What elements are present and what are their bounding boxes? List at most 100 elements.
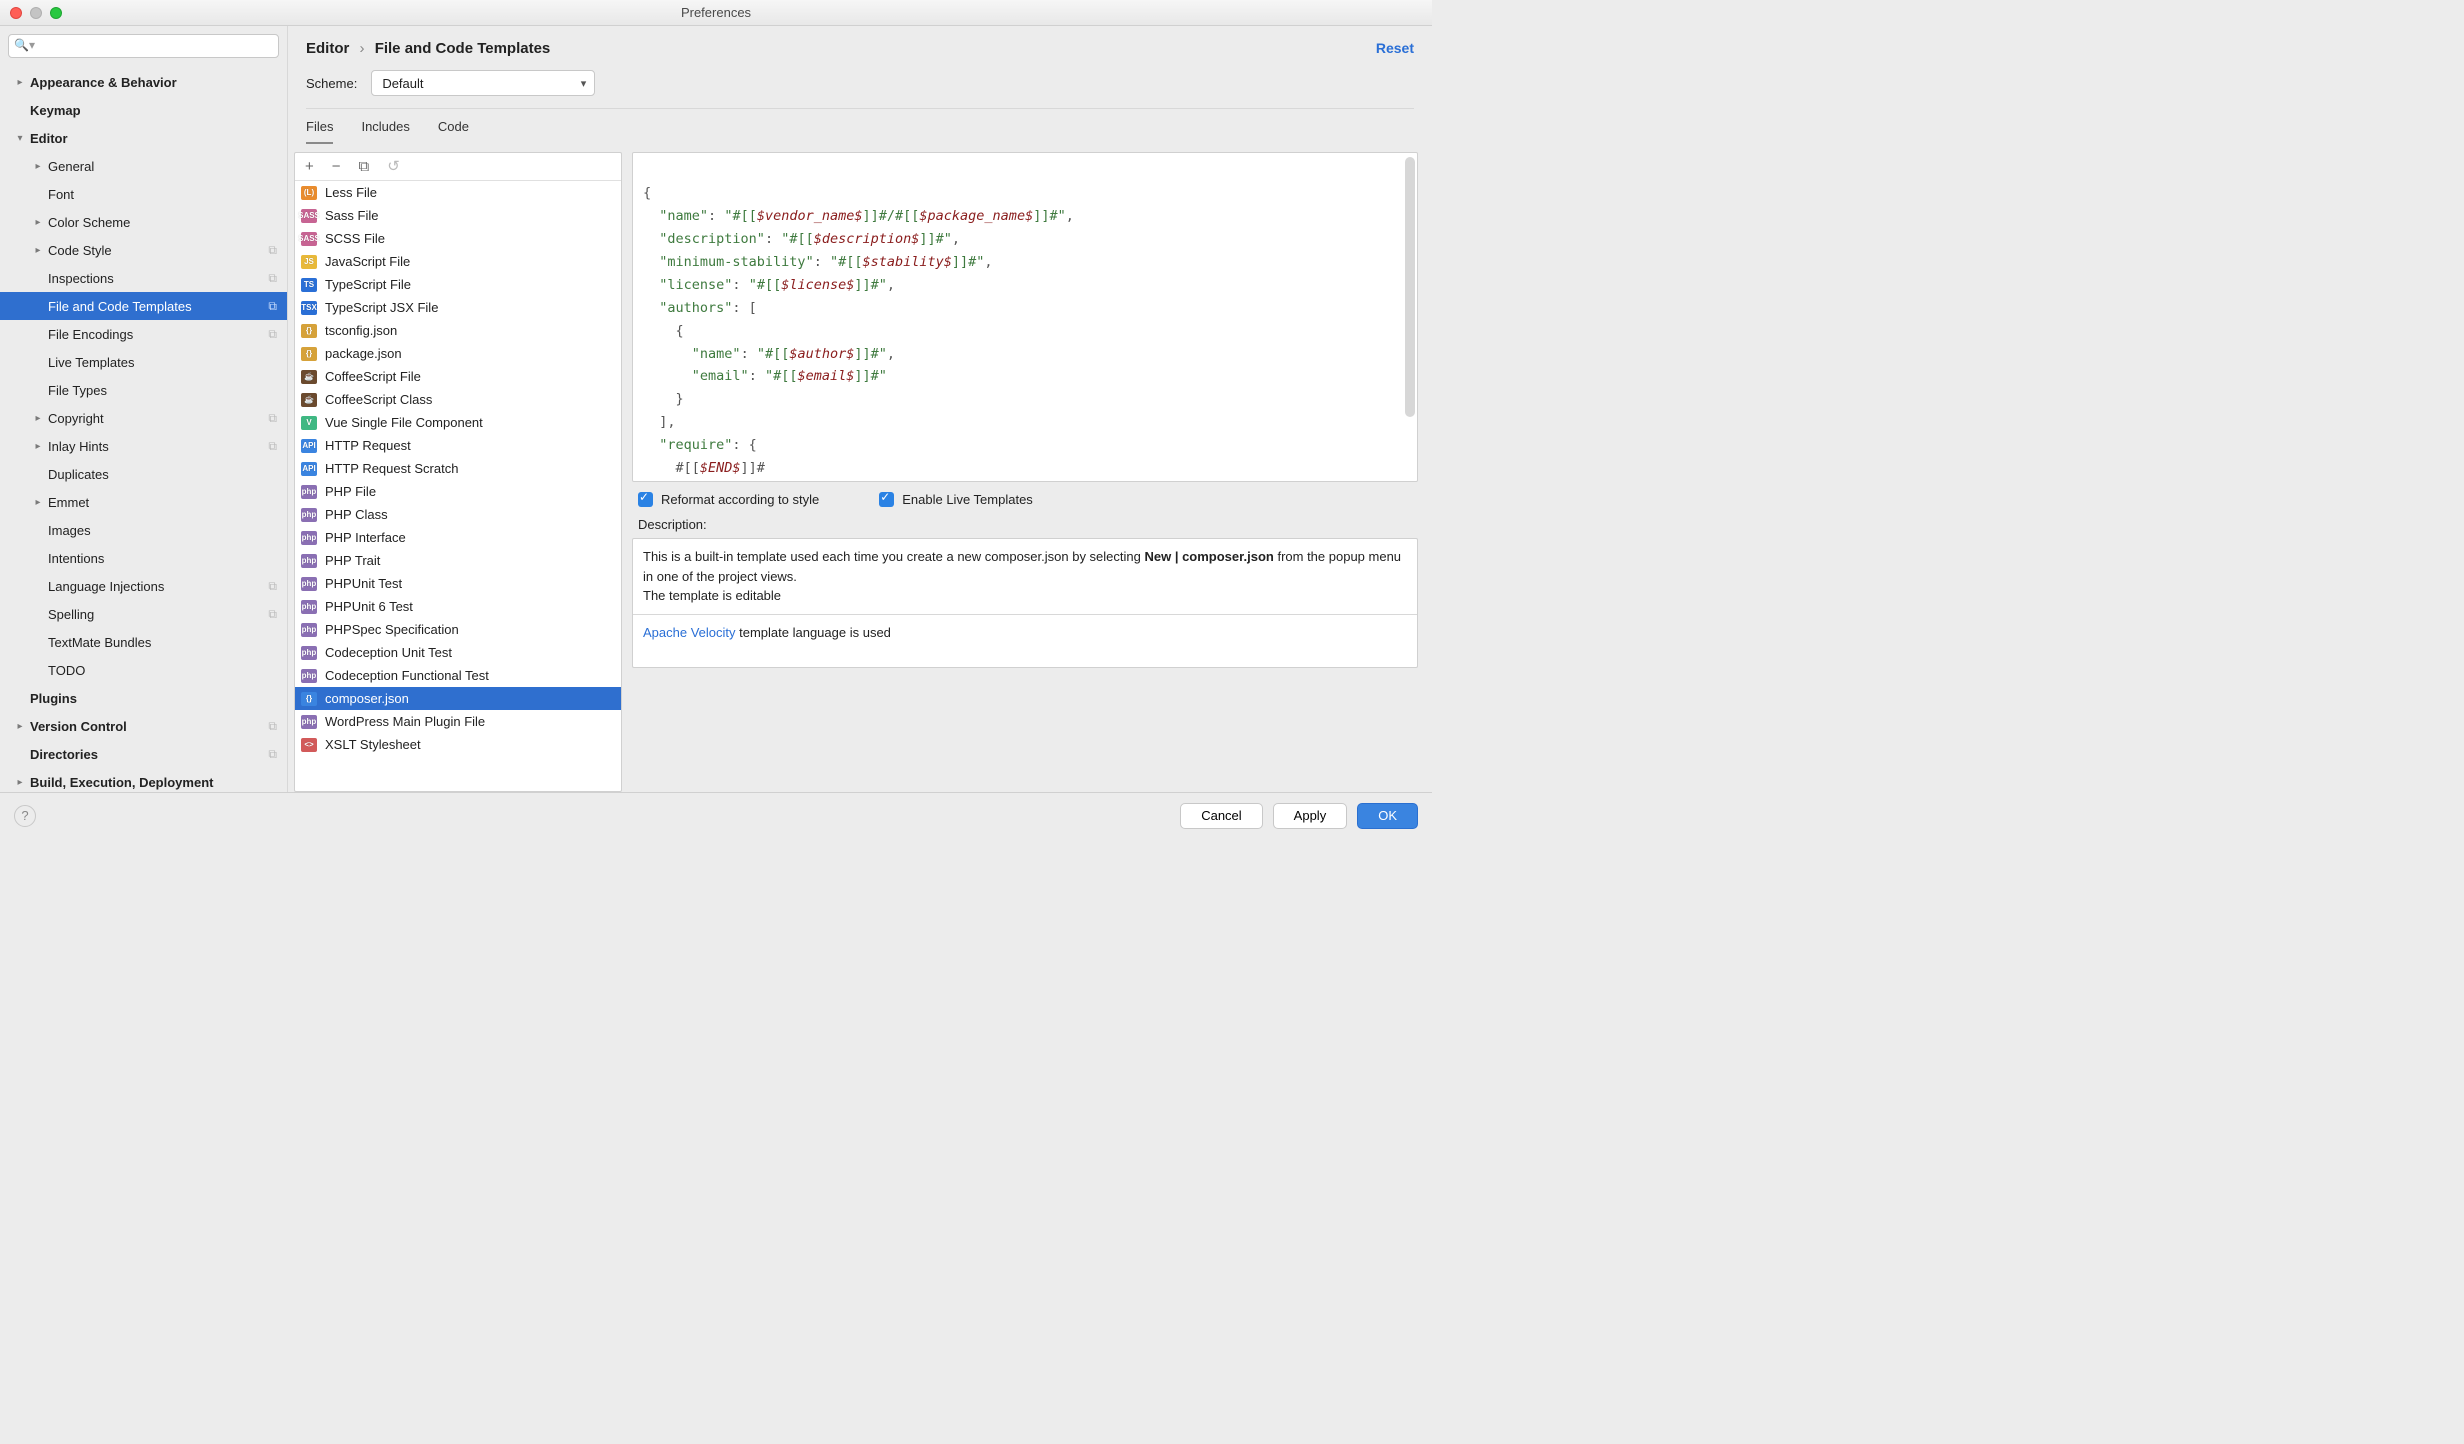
ok-button[interactable]: OK [1357,803,1418,829]
sidebar-item-label: Inlay Hints [48,439,109,454]
help-icon[interactable]: ? [14,805,36,827]
chevron-right-icon: › [360,40,365,57]
template-item-xslt-stylesheet[interactable]: <>XSLT Stylesheet [295,733,621,756]
sidebar-item-label: Version Control [30,719,127,734]
sidebar-item-label: Plugins [30,691,77,706]
sidebar-item-live-templates[interactable]: Live Templates [0,348,287,376]
sidebar-item-keymap[interactable]: Keymap [0,96,287,124]
revert-template-icon[interactable]: ↺ [387,159,400,174]
scheme-select[interactable]: Default [371,70,595,96]
reset-link[interactable]: Reset [1376,40,1414,56]
breadcrumb-root[interactable]: Editor [306,40,349,57]
template-item-php-trait[interactable]: phpPHP Trait [295,549,621,572]
template-item-phpunit-test[interactable]: phpPHPUnit Test [295,572,621,595]
tab-code[interactable]: Code [438,119,469,144]
tab-includes[interactable]: Includes [361,119,409,144]
file-type-icon: php [301,646,317,660]
sidebar-item-file-types[interactable]: File Types [0,376,287,404]
template-item-composer-json[interactable]: {}composer.json [295,687,621,710]
template-item-sass-file[interactable]: SASSSass File [295,204,621,227]
disclosure-arrow-icon: ▸ [32,441,44,452]
template-item-javascript-file[interactable]: JSJavaScript File [295,250,621,273]
template-item-label: XSLT Stylesheet [325,737,421,752]
template-item-http-request-scratch[interactable]: APIHTTP Request Scratch [295,457,621,480]
sidebar-item-directories[interactable]: Directories⧉ [0,740,287,768]
sidebar-item-language-injections[interactable]: Language Injections⧉ [0,572,287,600]
template-item-vue-single-file-component[interactable]: VVue Single File Component [295,411,621,434]
sidebar-item-copyright[interactable]: ▸Copyright⧉ [0,404,287,432]
remove-template-icon[interactable]: − [332,159,341,174]
cancel-button[interactable]: Cancel [1180,803,1262,829]
sidebar-item-label: Appearance & Behavior [30,75,177,90]
sidebar-item-inlay-hints[interactable]: ▸Inlay Hints⧉ [0,432,287,460]
template-item-wordpress-main-plugin-file[interactable]: phpWordPress Main Plugin File [295,710,621,733]
sidebar-item-general[interactable]: ▸General [0,152,287,180]
sidebar-item-label: Font [48,187,74,202]
template-item-label: WordPress Main Plugin File [325,714,485,729]
disclosure-arrow-icon: ▸ [32,217,44,228]
template-item-coffeescript-class[interactable]: ☕CoffeeScript Class [295,388,621,411]
template-item-http-request[interactable]: APIHTTP Request [295,434,621,457]
templates-toolbar: + − ⧉ ↺ [295,153,621,181]
template-item-phpunit-6-test[interactable]: phpPHPUnit 6 Test [295,595,621,618]
template-item-label: Sass File [325,208,378,223]
sidebar-item-file-encodings[interactable]: File Encodings⧉ [0,320,287,348]
template-item-label: HTTP Request [325,438,411,453]
apache-velocity-link[interactable]: Apache Velocity [643,625,736,640]
editor-scrollbar[interactable] [1405,157,1415,417]
search-input[interactable] [8,34,279,58]
template-item-less-file[interactable]: (L)Less File [295,181,621,204]
template-item-label: PHP Trait [325,553,380,568]
template-item-php-interface[interactable]: phpPHP Interface [295,526,621,549]
apply-button[interactable]: Apply [1273,803,1348,829]
sidebar-item-intentions[interactable]: Intentions [0,544,287,572]
sidebar-item-emmet[interactable]: ▸Emmet [0,488,287,516]
enable-live-templates-checkbox[interactable]: Enable Live Templates [879,492,1033,507]
sidebar-item-color-scheme[interactable]: ▸Color Scheme [0,208,287,236]
sidebar-item-file-and-code-templates[interactable]: File and Code Templates⧉ [0,292,287,320]
sidebar-item-images[interactable]: Images [0,516,287,544]
template-item-coffeescript-file[interactable]: ☕CoffeeScript File [295,365,621,388]
sidebar-item-build-execution-deployment[interactable]: ▸Build, Execution, Deployment [0,768,287,792]
sidebar-item-plugins[interactable]: Plugins [0,684,287,712]
tab-files[interactable]: Files [306,119,333,144]
template-item-codeception-functional-test[interactable]: phpCodeception Functional Test [295,664,621,687]
sidebar-item-label: Keymap [30,103,81,118]
breadcrumb: Editor › File and Code Templates [306,40,550,57]
sidebar-item-textmate-bundles[interactable]: TextMate Bundles [0,628,287,656]
sidebar-item-duplicates[interactable]: Duplicates [0,460,287,488]
template-item-label: Codeception Unit Test [325,645,452,660]
template-item-typescript-jsx-file[interactable]: TSXTypeScript JSX File [295,296,621,319]
dialog-footer: ? Cancel Apply OK [0,792,1432,838]
sidebar-item-code-style[interactable]: ▸Code Style⧉ [0,236,287,264]
template-tabs: Files Includes Code [288,109,1432,144]
disclosure-arrow-icon: ▸ [14,77,26,88]
sidebar-item-label: Spelling [48,607,94,622]
sidebar-item-editor[interactable]: ▾Editor [0,124,287,152]
sidebar-item-todo[interactable]: TODO [0,656,287,684]
template-item-package-json[interactable]: {}package.json [295,342,621,365]
template-item-phpspec-specification[interactable]: phpPHPSpec Specification [295,618,621,641]
file-type-icon: php [301,600,317,614]
breadcrumb-page: File and Code Templates [375,40,551,57]
add-template-icon[interactable]: + [305,159,314,174]
template-item-typescript-file[interactable]: TSTypeScript File [295,273,621,296]
sidebar-item-appearance-behavior[interactable]: ▸ Appearance & Behavior [0,68,287,96]
template-item-scss-file[interactable]: SASSSCSS File [295,227,621,250]
sidebar-item-version-control[interactable]: ▸Version Control⧉ [0,712,287,740]
template-item-php-class[interactable]: phpPHP Class [295,503,621,526]
sidebar-item-spelling[interactable]: Spelling⧉ [0,600,287,628]
disclosure-arrow-icon: ▸ [14,777,26,788]
template-item-codeception-unit-test[interactable]: php Codeception Unit Test [295,641,621,664]
template-editor[interactable]: { "name": "#[[$vendor_name$]]#/#[[$packa… [632,152,1418,482]
file-type-icon: php [301,508,317,522]
copy-template-icon[interactable]: ⧉ [359,159,370,174]
sidebar-item-inspections[interactable]: Inspections⧉ [0,264,287,292]
sidebar-item-font[interactable]: Font [0,180,287,208]
reformat-checkbox[interactable]: Reformat according to style [638,492,819,507]
template-item-php-file[interactable]: phpPHP File [295,480,621,503]
template-item-label: TypeScript File [325,277,411,292]
file-type-icon: JS [301,255,317,269]
template-item-tsconfig-json[interactable]: {}tsconfig.json [295,319,621,342]
project-override-icon: ⧉ [268,719,277,734]
